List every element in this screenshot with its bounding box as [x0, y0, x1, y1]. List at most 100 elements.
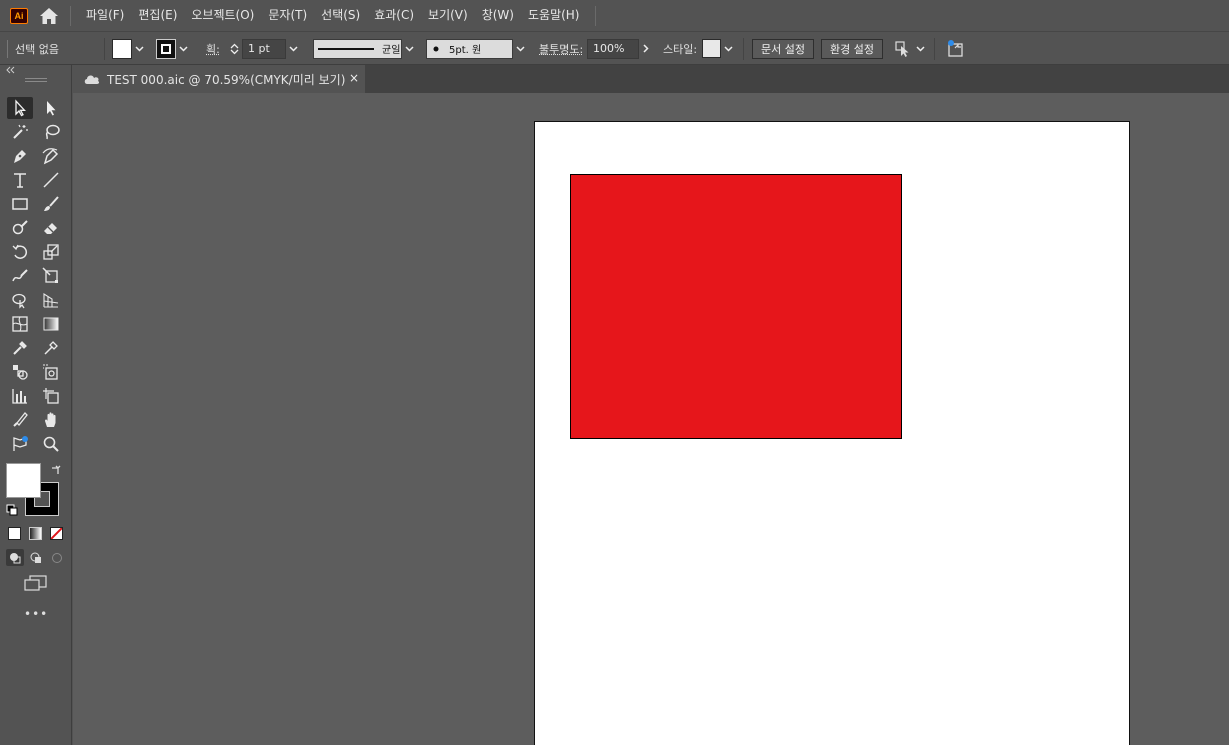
warp-tool[interactable] [7, 265, 33, 287]
brush-dropdown[interactable] [513, 39, 527, 59]
zoom-tool[interactable] [38, 433, 64, 455]
none-mode-button[interactable] [50, 527, 63, 540]
symbol-sprayer-tool[interactable] [7, 361, 33, 383]
document-title: TEST 000.aic @ 70.59%(CMYK/미리 보기) [107, 72, 346, 87]
round-brush-icon [433, 46, 439, 51]
export-button[interactable] [946, 32, 966, 65]
scale-tool[interactable] [38, 241, 64, 263]
line-segment-tool[interactable] [38, 169, 64, 191]
swap-arrow-icon[interactable] [50, 464, 62, 476]
document-tab-bar: TEST 000.aic @ 70.59%(CMYK/미리 보기) × [73, 65, 1229, 93]
paintbrush-icon [44, 196, 59, 211]
eyedropper-tool[interactable] [7, 337, 33, 359]
artboard-tool-alt[interactable] [38, 361, 64, 383]
draw-normal-button[interactable] [6, 549, 24, 566]
color-mode-button[interactable] [8, 527, 21, 540]
stroke-swatch[interactable] [156, 38, 176, 59]
paintbrush-tool[interactable] [38, 193, 64, 215]
draw-behind-button[interactable] [27, 549, 45, 566]
home-button[interactable] [38, 6, 60, 26]
artboard-tool[interactable] [38, 385, 64, 407]
style-label: 스타일: [663, 42, 698, 56]
menu-edit[interactable]: 편집(E) [131, 0, 184, 31]
camera-icon [43, 364, 58, 380]
artboard[interactable] [534, 121, 1130, 745]
document-setup-button[interactable]: 문서 설정 [752, 38, 814, 59]
mesh-tool[interactable] [7, 313, 33, 335]
menu-view[interactable]: 보기(V) [421, 0, 475, 31]
magic-wand-tool[interactable] [7, 121, 33, 143]
stroke-label[interactable]: 획: [206, 41, 220, 57]
menu-type[interactable]: 문자(T) [261, 0, 314, 31]
fill-stroke-widget [6, 463, 66, 518]
app-logo: Ai [10, 7, 28, 24]
menu-select[interactable]: 선택(S) [314, 0, 367, 31]
canvas[interactable] [73, 93, 1229, 745]
puppet-pin-icon [13, 436, 28, 451]
graphic-style-swatch[interactable] [702, 39, 721, 58]
arrange-documents-button[interactable] [894, 32, 925, 65]
curvature-tool[interactable] [38, 145, 64, 167]
shape-builder-tool[interactable] [7, 289, 33, 311]
style-dropdown[interactable] [721, 39, 735, 59]
document-tab[interactable]: TEST 000.aic @ 70.59%(CMYK/미리 보기) × [73, 65, 365, 93]
hand-icon [45, 412, 56, 427]
gradient-mode-button[interactable] [29, 527, 42, 540]
pen-tool[interactable] [7, 145, 33, 167]
stroke-weight-stepper[interactable] [226, 39, 242, 59]
selection-status: 선택 없음 [15, 42, 59, 56]
opacity-field[interactable]: 100% [587, 38, 639, 59]
rectangle-icon [12, 198, 28, 210]
red-rectangle-shape[interactable] [570, 174, 902, 439]
rectangle-tool[interactable] [7, 193, 33, 215]
draw-inside-button[interactable] [48, 549, 66, 566]
default-colors-icon[interactable] [6, 504, 18, 516]
slice-knife-icon [13, 412, 28, 427]
rotate-tool[interactable] [7, 241, 33, 263]
select-similar-icon [895, 40, 909, 57]
eraser-tool[interactable] [38, 217, 64, 239]
control-bar: 선택 없음 획: 1 pt 균일 5pt. 원 불투명도: 100% 스타일: … [0, 31, 1229, 65]
chevron-down-icon [723, 45, 733, 52]
menu-effect[interactable]: 효과(C) [367, 0, 421, 31]
perspective-grid-tool[interactable] [38, 289, 64, 311]
magic-wand-icon [13, 124, 28, 139]
screen-mode-button[interactable] [24, 575, 48, 593]
opacity-label[interactable]: 불투명도: [539, 41, 583, 57]
shaper-tool[interactable] [7, 217, 33, 239]
blend-tool[interactable] [38, 337, 64, 359]
free-transform-tool[interactable] [38, 265, 64, 287]
menu-help[interactable]: 도움말(H) [521, 0, 587, 31]
puppet-warp-tool[interactable] [7, 433, 33, 455]
lasso-tool[interactable] [38, 121, 64, 143]
draw-normal-icon [10, 552, 21, 563]
slice-tool[interactable] [7, 409, 33, 431]
type-tool[interactable] [7, 169, 33, 191]
stroke-dropdown[interactable] [176, 39, 190, 59]
stroke-weight-field[interactable]: 1 pt [242, 38, 286, 59]
menu-file[interactable]: 파일(F) [79, 0, 131, 31]
opacity-slider-button[interactable] [639, 39, 653, 59]
stroke-weight-dropdown[interactable] [286, 39, 300, 59]
column-graph-tool[interactable] [7, 385, 33, 407]
gradient-tool[interactable] [38, 313, 64, 335]
menu-window[interactable]: 창(W) [475, 0, 521, 31]
variable-width-profile[interactable]: 균일 [313, 38, 402, 59]
menu-object[interactable]: 오브젝트(O) [184, 0, 261, 31]
direct-selection-tool[interactable] [38, 97, 64, 119]
menu-divider [70, 5, 71, 26]
close-tab-button[interactable]: × [349, 71, 359, 85]
menu-items: 파일(F) 편집(E) 오브젝트(O) 문자(T) 선택(S) 효과(C) 보기… [79, 0, 587, 31]
edit-toolbar-button[interactable]: ••• [24, 607, 48, 621]
selection-tool[interactable] [7, 97, 33, 119]
preferences-button[interactable]: 환경 설정 [821, 38, 883, 59]
chevron-right-icon [643, 44, 649, 53]
hand-tool[interactable] [38, 409, 64, 431]
chevron-down-icon [515, 45, 525, 52]
panel-header[interactable] [0, 65, 72, 82]
fill-swatch[interactable] [112, 38, 132, 59]
profile-dropdown[interactable] [402, 39, 416, 59]
brush-definition[interactable]: 5pt. 원 [426, 38, 513, 59]
fill-dropdown[interactable] [132, 39, 146, 59]
fill-color-box[interactable] [6, 463, 41, 498]
